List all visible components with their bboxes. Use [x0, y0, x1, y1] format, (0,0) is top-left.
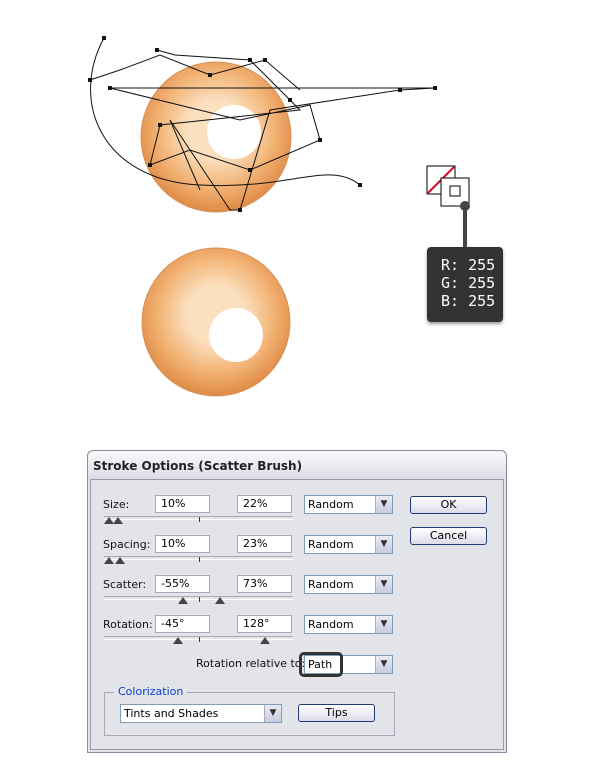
scatter-max-thumb[interactable]	[215, 597, 225, 604]
red-value: R: 255	[441, 256, 496, 274]
spacing-min-thumb[interactable]	[104, 557, 114, 564]
colorization-value: Tints and Shades	[124, 707, 219, 720]
rotation-mode-value: Random	[308, 618, 354, 631]
size-label: Size:	[103, 498, 130, 511]
size-mode-value: Random	[308, 498, 354, 511]
size-slider-center-tick	[199, 517, 200, 522]
fill-stroke-swatch-icon[interactable]	[426, 165, 470, 248]
scatter-mode-value: Random	[308, 578, 354, 591]
ok-button[interactable]: OK	[410, 496, 487, 514]
color-tooltip: R: 255 G: 255 B: 255	[427, 247, 503, 322]
spacing-label: Spacing:	[103, 538, 151, 551]
rotation-max-thumb[interactable]	[260, 637, 270, 644]
scatter-label: Scatter:	[103, 578, 147, 591]
cancel-button[interactable]: Cancel	[410, 527, 487, 545]
scatter-max-input[interactable]: 73%	[237, 575, 292, 593]
colorization-label: Colorization	[114, 685, 188, 698]
scatter-min-input[interactable]: -55%	[155, 575, 210, 593]
scatter-min-thumb[interactable]	[178, 597, 188, 604]
spacing-max-thumb[interactable]	[115, 557, 125, 564]
rotation-max-input[interactable]: 128°	[237, 615, 292, 633]
spacing-slider-center-tick	[199, 557, 200, 562]
donut-bottom	[141, 247, 291, 397]
chevron-down-icon[interactable]: ▼	[375, 576, 392, 593]
blue-value: B: 255	[441, 292, 496, 310]
scatter-slider-center-tick	[199, 597, 200, 602]
rotation-label: Rotation:	[103, 618, 153, 631]
size-max-thumb[interactable]	[113, 517, 123, 524]
tips-button[interactable]: Tips	[298, 704, 375, 722]
rotation-mode-select[interactable]: Random ▼	[304, 615, 393, 634]
chevron-down-icon[interactable]: ▼	[375, 496, 392, 513]
spacing-min-input[interactable]: 10%	[155, 535, 210, 553]
spacing-mode-value: Random	[308, 538, 354, 551]
dialog-title: Stroke Options (Scatter Brush)	[88, 451, 506, 479]
colorization-select[interactable]: Tints and Shades ▼	[120, 704, 282, 723]
chevron-down-icon[interactable]: ▼	[375, 656, 392, 673]
green-value: G: 255	[441, 274, 496, 292]
highlight-ring	[299, 652, 343, 677]
size-mode-select[interactable]: Random ▼	[304, 495, 393, 514]
rotation-min-input[interactable]: -45°	[155, 615, 210, 633]
chevron-down-icon[interactable]: ▼	[375, 536, 392, 553]
chevron-down-icon[interactable]: ▼	[375, 616, 392, 633]
rotation-min-thumb[interactable]	[173, 637, 183, 644]
artwork-canvas	[88, 36, 470, 397]
size-min-input[interactable]: 10%	[155, 495, 210, 513]
chevron-down-icon[interactable]: ▼	[264, 705, 281, 722]
scatter-mode-select[interactable]: Random ▼	[304, 575, 393, 594]
size-max-input[interactable]: 22%	[237, 495, 292, 513]
spacing-mode-select[interactable]: Random ▼	[304, 535, 393, 554]
rotation-relative-label: Rotation relative to:	[196, 657, 306, 670]
spacing-max-input[interactable]: 23%	[237, 535, 292, 553]
rotation-slider-center-tick	[199, 637, 200, 642]
